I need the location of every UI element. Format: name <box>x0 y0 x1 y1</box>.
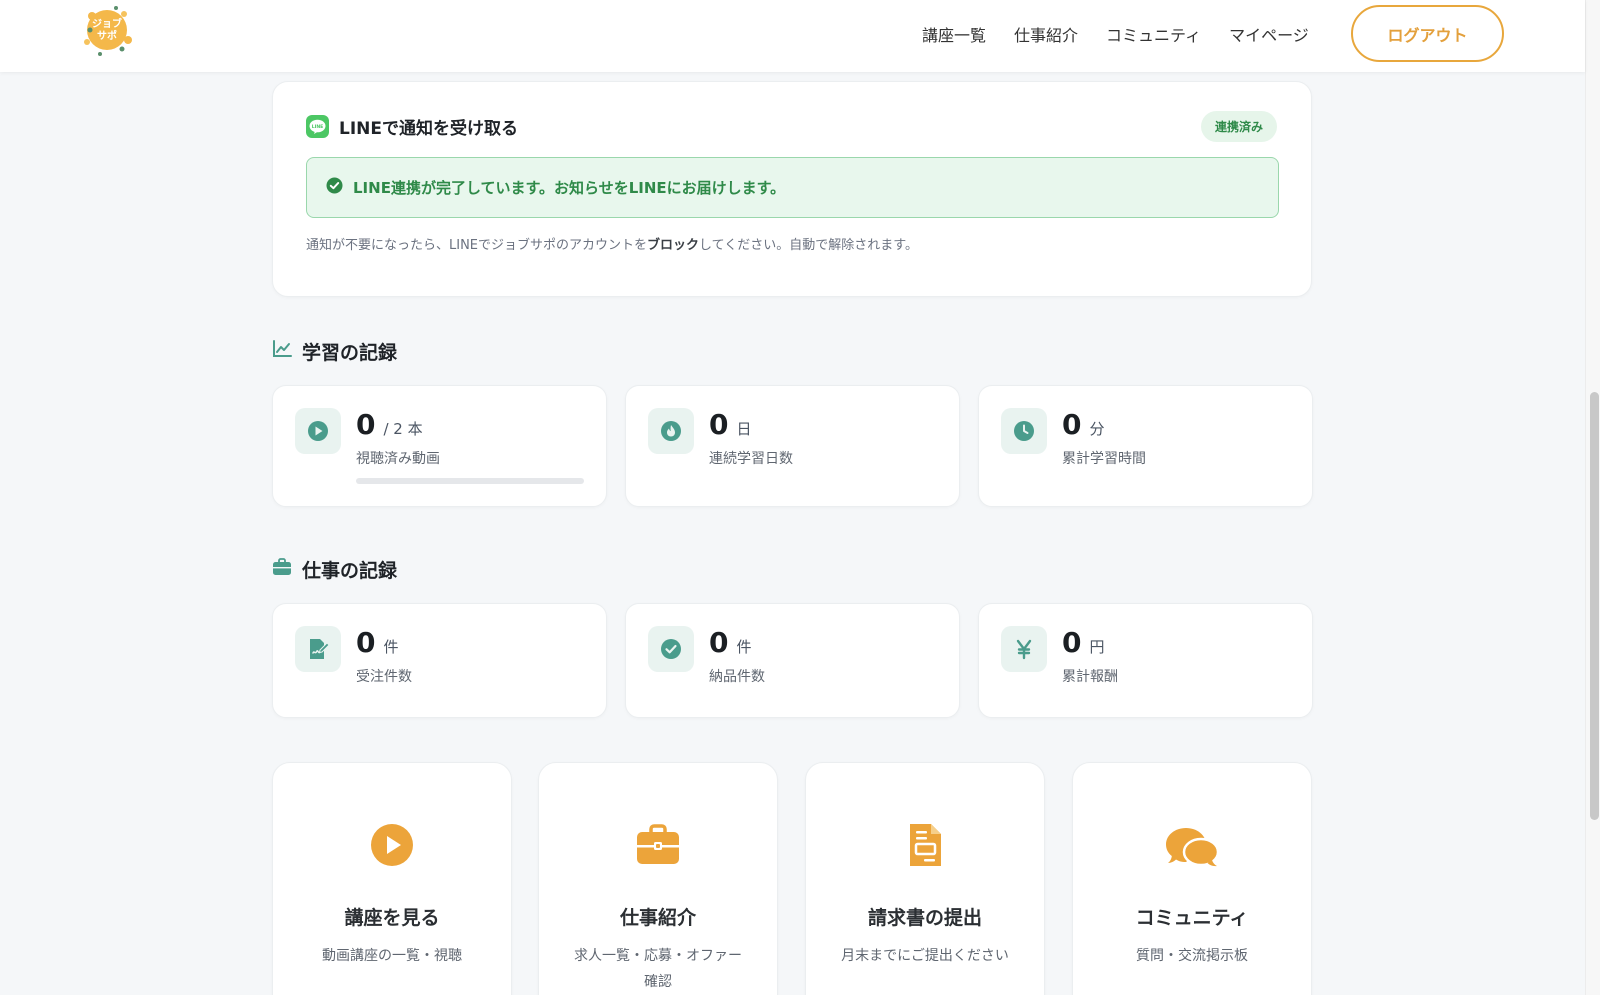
action-desc: 質問・交流掲示板 <box>1136 948 1248 964</box>
stat-value-group: 0 日 <box>709 408 752 441</box>
invoice-icon <box>806 819 1044 871</box>
action-title: 請求書の提出 <box>867 907 982 929</box>
work-section-title: 仕事の記録 <box>272 556 397 583</box>
stat-unit: 分 <box>1089 420 1105 438</box>
nav-item-community[interactable]: コミュニティ <box>1106 22 1201 46</box>
clock-icon <box>1001 408 1047 454</box>
action-desc: 求人一覧・応募・オファー確認 <box>574 948 742 990</box>
contract-icon <box>295 626 341 672</box>
learning-section-title: 学習の記録 <box>272 338 397 365</box>
action-desc: 動画講座の一覧・視聴 <box>322 948 462 964</box>
stat-unit: 件 <box>383 638 399 656</box>
chat-bubbles-icon <box>1073 819 1311 871</box>
learning-section-title-text: 学習の記録 <box>302 342 398 364</box>
yen-icon <box>1001 626 1047 672</box>
line-unsubscribe-note: 通知が不要になったら、LINEでジョブサポのアカウントをブロックしてください。自… <box>306 234 918 253</box>
play-icon <box>295 408 341 454</box>
logout-button[interactable]: ログアウト <box>1351 5 1504 62</box>
main-nav: 講座一覧 仕事紹介 コミュニティ マイページ <box>922 22 1309 46</box>
stat-label: 納品件数 <box>709 669 765 685</box>
svg-text:サポ: サポ <box>97 29 117 42</box>
line-logo-icon: LINE <box>306 115 329 138</box>
action-desc: 月末までにご提出ください <box>841 948 1009 964</box>
stat-label: 視聴済み動画 <box>356 451 440 467</box>
videos-progress-bar <box>356 478 584 484</box>
stat-card-videos: 0 / 2 本 視聴済み動画 <box>272 385 607 507</box>
nav-item-jobs[interactable]: 仕事紹介 <box>1014 22 1078 46</box>
action-title: 講座を見る <box>344 907 440 929</box>
flame-icon <box>648 408 694 454</box>
line-success-alert: LINE連携が完了しています。お知らせをLINEにお届けします。 <box>306 157 1279 218</box>
briefcase-icon <box>539 819 777 871</box>
stat-value: 0 <box>709 626 729 659</box>
note-text-after: してください。自動で解除されます。 <box>699 238 918 253</box>
briefcase-icon <box>272 558 292 581</box>
stat-value-group: 0 円 <box>1062 626 1105 659</box>
scrollbar-thumb[interactable] <box>1590 392 1599 820</box>
stat-label: 連続学習日数 <box>709 451 793 467</box>
action-card-community[interactable]: コミュニティ 質問・交流掲示板 <box>1072 762 1312 995</box>
stat-value: 0 <box>356 626 376 659</box>
line-card-title-text: LINEで通知を受け取る <box>339 119 518 139</box>
work-section-title-text: 仕事の記録 <box>302 560 398 582</box>
stat-card-orders: 0 件 受注件数 <box>272 603 607 718</box>
stat-value-group: 0 件 <box>709 626 752 659</box>
stat-unit: 件 <box>736 638 752 656</box>
check-circle-icon <box>648 626 694 672</box>
stat-card-streak: 0 日 連続学習日数 <box>625 385 960 507</box>
site-logo[interactable]: ジョブ サポ <box>78 2 136 58</box>
action-title: 仕事紹介 <box>619 907 696 929</box>
status-badge: 連携済み <box>1201 111 1277 142</box>
note-text-before: 通知が不要になったら、LINEでジョブサポのアカウントを <box>306 238 648 253</box>
note-text-bold: ブロック <box>647 238 700 253</box>
line-notification-card: LINE LINEで通知を受け取る 連携済み LINE連携が完了しています。お知… <box>272 81 1312 297</box>
stat-label: 累計報酬 <box>1062 669 1118 685</box>
stat-value-group: 0 件 <box>356 626 399 659</box>
chart-line-icon <box>272 340 292 363</box>
stat-label: 受注件数 <box>356 669 412 685</box>
top-header: ジョブ サポ 講座一覧 仕事紹介 コミュニティ マイページ ログアウト <box>0 0 1585 72</box>
stat-value: 0 <box>709 408 729 441</box>
stat-unit: 日 <box>736 420 752 438</box>
action-card-jobs[interactable]: 仕事紹介 求人一覧・応募・オファー確認 <box>538 762 778 995</box>
action-title: コミュニティ <box>1135 907 1249 929</box>
action-card-courses[interactable]: 講座を見る 動画講座の一覧・視聴 <box>272 762 512 995</box>
line-card-title: LINE LINEで通知を受け取る <box>306 114 518 139</box>
stat-unit: / 2 本 <box>383 420 423 438</box>
check-circle-icon <box>326 177 343 198</box>
play-circle-icon <box>273 819 511 871</box>
stat-value: 0 <box>356 408 376 441</box>
stat-card-deliveries: 0 件 納品件数 <box>625 603 960 718</box>
stat-card-earnings: 0 円 累計報酬 <box>978 603 1313 718</box>
action-card-invoice[interactable]: 請求書の提出 月末までにご提出ください <box>805 762 1045 995</box>
stat-value-group: 0 分 <box>1062 408 1105 441</box>
svg-text:LINE: LINE <box>312 124 324 130</box>
nav-item-courses[interactable]: 講座一覧 <box>922 22 986 46</box>
stat-value-group: 0 / 2 本 <box>356 408 423 441</box>
nav-item-mypage[interactable]: マイページ <box>1229 22 1309 46</box>
line-success-message: LINE連携が完了しています。お知らせをLINEにお届けします。 <box>353 179 786 197</box>
stat-card-study-time: 0 分 累計学習時間 <box>978 385 1313 507</box>
stat-value: 0 <box>1062 408 1082 441</box>
stat-unit: 円 <box>1089 638 1105 656</box>
stat-value: 0 <box>1062 626 1082 659</box>
svg-text:ジョブ: ジョブ <box>92 17 122 30</box>
stat-label: 累計学習時間 <box>1062 451 1146 467</box>
